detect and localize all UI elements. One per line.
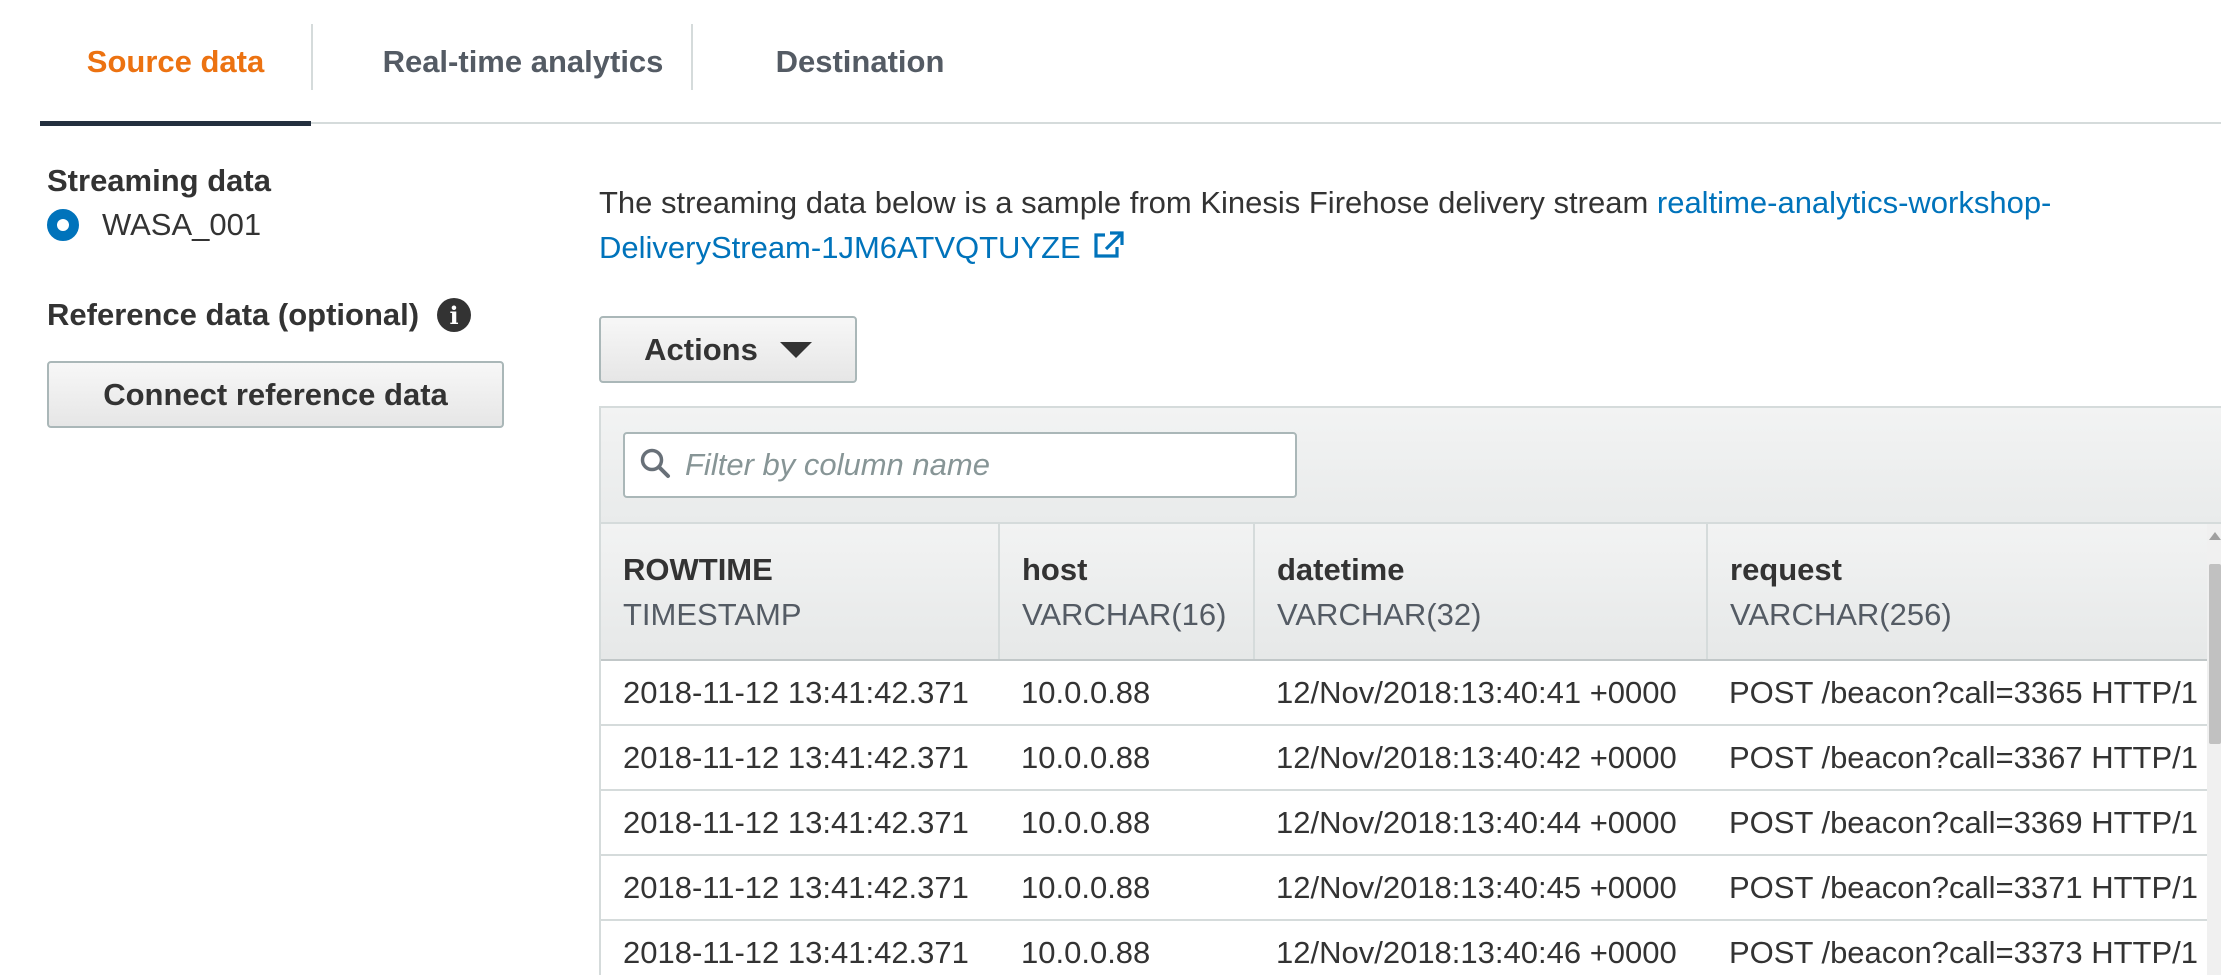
table-header-row: ROWTIME TIMESTAMP host VARCHAR(16) datetim… bbox=[601, 524, 2207, 661]
table-cell: 2018-11-12 13:41:42.371 bbox=[601, 920, 999, 975]
table-row: 2018-11-12 13:41:42.371 10.0.0.88 12/Nov… bbox=[601, 790, 2207, 856]
tab-label: Real-time analytics bbox=[382, 44, 664, 79]
tab-label: Source data bbox=[86, 44, 265, 79]
scrollbar-thumb[interactable] bbox=[2209, 564, 2221, 744]
table-row: 2018-11-12 13:41:42.371 10.0.0.88 12/Nov… bbox=[601, 725, 2207, 791]
column-name: host bbox=[1022, 551, 1088, 587]
table-cell: 12/Nov/2018:13:40:46 +0000 bbox=[1254, 920, 1707, 975]
actions-button[interactable]: Actions bbox=[599, 316, 857, 383]
table-cell: 2018-11-12 13:41:42.371 bbox=[601, 725, 999, 791]
table-cell: 2018-11-12 13:41:42.371 bbox=[601, 790, 999, 856]
sample-data-panel: ROWTIME TIMESTAMP host VARCHAR(16) datetim… bbox=[599, 406, 2221, 975]
stream-description: The streaming data below is a sample fro… bbox=[599, 180, 2221, 272]
active-tab-indicator bbox=[40, 121, 311, 126]
scroll-up-arrow-icon[interactable] bbox=[2209, 532, 2221, 540]
table-cell: 12/Nov/2018:13:40:45 +0000 bbox=[1254, 855, 1707, 921]
table-cell: 12/Nov/2018:13:40:42 +0000 bbox=[1254, 725, 1707, 791]
filter-bar bbox=[601, 408, 2221, 524]
external-link-icon bbox=[1091, 227, 1125, 272]
filter-input[interactable] bbox=[685, 447, 1285, 483]
stream-link-part1: realtime-analytics-workshop- bbox=[1656, 185, 2052, 220]
description-text: The streaming data below is a sample fro… bbox=[599, 185, 1657, 220]
table-cell: 12/Nov/2018:13:40:41 +0000 bbox=[1254, 660, 1707, 726]
vertical-scrollbar[interactable] bbox=[2207, 524, 2221, 975]
table-cell: 10.0.0.88 bbox=[999, 920, 1254, 975]
reference-data-title: Reference data (optional) bbox=[47, 297, 420, 332]
table-row: 2018-11-12 13:41:42.371 10.0.0.88 12/Nov… bbox=[601, 855, 2207, 921]
tab-real-time-analytics[interactable]: Real-time analytics bbox=[313, 0, 733, 124]
table-cell: 10.0.0.88 bbox=[999, 790, 1254, 856]
tab-label: Destination bbox=[775, 44, 945, 79]
column-type: VARCHAR(16) bbox=[1022, 596, 1227, 632]
column-name: ROWTIME bbox=[623, 551, 773, 587]
tab-bar: Source data Real-time analytics Destinat… bbox=[40, 0, 2221, 126]
connect-reference-data-button[interactable]: Connect reference data bbox=[47, 361, 504, 428]
tab-source-data[interactable]: Source data bbox=[40, 0, 311, 126]
table-cell: POST /beacon?call=3369 HTTP/1 bbox=[1707, 790, 2207, 856]
column-type: VARCHAR(32) bbox=[1277, 596, 1482, 632]
filter-field[interactable] bbox=[623, 432, 1297, 498]
search-icon bbox=[639, 447, 671, 484]
actions-label: Actions bbox=[644, 331, 758, 367]
column-name: datetime bbox=[1277, 551, 1405, 587]
table-cell: POST /beacon?call=3367 HTTP/1 bbox=[1707, 725, 2207, 791]
tab-destination[interactable]: Destination bbox=[693, 0, 1027, 124]
table-row: 2018-11-12 13:41:42.371 10.0.0.88 12/Nov… bbox=[601, 920, 2207, 975]
column-header-datetime[interactable]: datetime VARCHAR(32) bbox=[1254, 524, 1708, 661]
table-cell: 2018-11-12 13:41:42.371 bbox=[601, 660, 999, 726]
sample-data-table: ROWTIME TIMESTAMP host VARCHAR(16) datetim… bbox=[601, 524, 2207, 975]
streaming-option-label: WASA_001 bbox=[102, 207, 262, 242]
table-cell: 10.0.0.88 bbox=[999, 660, 1254, 726]
column-type: TIMESTAMP bbox=[623, 596, 802, 632]
column-header-host[interactable]: host VARCHAR(16) bbox=[999, 524, 1255, 661]
table-cell: 10.0.0.88 bbox=[999, 725, 1254, 791]
column-header-rowtime[interactable]: ROWTIME TIMESTAMP bbox=[601, 524, 1000, 661]
column-type: VARCHAR(256) bbox=[1730, 596, 1952, 632]
streaming-radio[interactable] bbox=[47, 209, 79, 241]
info-icon[interactable]: i bbox=[437, 298, 471, 332]
column-header-request[interactable]: request VARCHAR(256) bbox=[1707, 524, 2207, 661]
table-cell: 12/Nov/2018:13:40:44 +0000 bbox=[1254, 790, 1707, 856]
caret-down-icon bbox=[779, 341, 812, 358]
table-row: 2018-11-12 13:41:42.371 10.0.0.88 12/Nov… bbox=[601, 660, 2207, 726]
table-cell: POST /beacon?call=3373 HTTP/1 bbox=[1707, 920, 2207, 975]
streaming-data-title: Streaming data bbox=[47, 163, 271, 198]
streaming-option-row[interactable]: WASA_001 bbox=[47, 207, 261, 243]
table-cell: POST /beacon?call=3371 HTTP/1 bbox=[1707, 855, 2207, 921]
stream-link-part2: DeliveryStream-1JM6ATVQTUYZE bbox=[599, 230, 1081, 265]
connect-reference-data-label: Connect reference data bbox=[103, 376, 448, 412]
table-cell: 10.0.0.88 bbox=[999, 855, 1254, 921]
column-name: request bbox=[1730, 551, 1842, 587]
table-cell: POST /beacon?call=3365 HTTP/1 bbox=[1707, 660, 2207, 726]
table-cell: 2018-11-12 13:41:42.371 bbox=[601, 855, 999, 921]
